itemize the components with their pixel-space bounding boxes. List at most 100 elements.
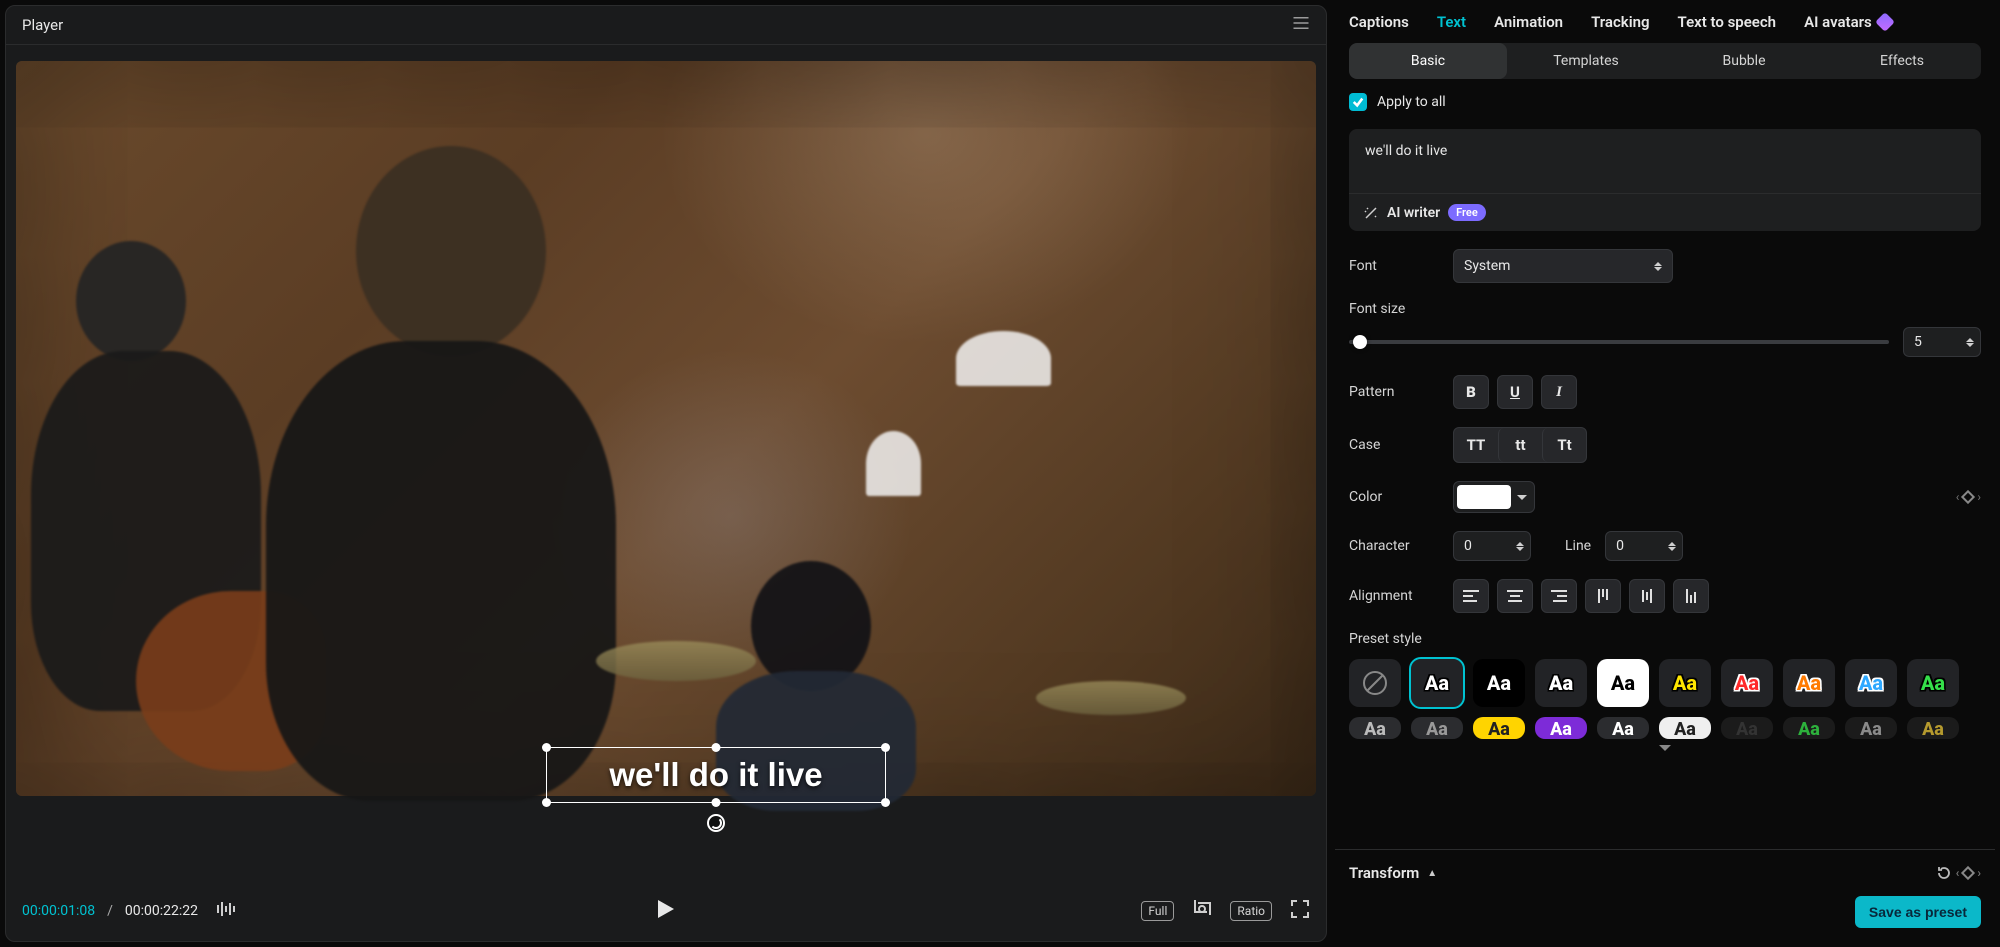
video-frame[interactable]: we'll do it live: [16, 61, 1316, 796]
resize-handle-top-right[interactable]: [881, 743, 890, 752]
preset-style-6[interactable]: Aa: [1721, 659, 1773, 707]
subtab-basic[interactable]: Basic: [1349, 43, 1507, 79]
preset-style-r2-5[interactable]: Aa: [1597, 717, 1649, 739]
stepper-icon[interactable]: [1966, 338, 1974, 347]
fontsize-slider[interactable]: [1349, 340, 1889, 344]
stepper-icon[interactable]: [1516, 542, 1524, 551]
save-as-preset-button[interactable]: Save as preset: [1855, 896, 1981, 928]
tab-animation[interactable]: Animation: [1494, 13, 1563, 31]
fontsize-input[interactable]: 5: [1903, 327, 1981, 357]
crop-icon[interactable]: [1192, 899, 1212, 923]
resize-handle-bottom-left[interactable]: [542, 798, 551, 807]
ai-writer-button[interactable]: AI writer Free: [1349, 193, 1981, 231]
keyframe-diamond-icon[interactable]: [1961, 490, 1975, 504]
resize-handle-top-left[interactable]: [542, 743, 551, 752]
panel-menu-icon[interactable]: [1292, 16, 1310, 34]
preset-style-r2-9[interactable]: Aa: [1845, 717, 1897, 739]
preset-style-2[interactable]: Aa: [1473, 659, 1525, 707]
preset-style-r2-2[interactable]: Aa: [1411, 717, 1463, 739]
preset-style-8[interactable]: Aa: [1845, 659, 1897, 707]
apply-to-all-row: Apply to all: [1349, 93, 1981, 111]
underline-button[interactable]: U: [1497, 375, 1533, 409]
tab-text[interactable]: Text: [1437, 13, 1466, 31]
character-spacing-input[interactable]: 0: [1453, 531, 1531, 561]
case-upper-button[interactable]: TT: [1454, 428, 1498, 462]
player-panel: Player we'll do it liv: [5, 5, 1327, 942]
reset-icon[interactable]: [1936, 865, 1952, 881]
player-title: Player: [22, 16, 63, 34]
color-label: Color: [1349, 489, 1439, 505]
stepper-icon[interactable]: [1668, 542, 1676, 551]
tab-tracking[interactable]: Tracking: [1591, 13, 1649, 31]
resize-handle-top-mid[interactable]: [712, 743, 721, 752]
preset-style-9[interactable]: Aa: [1907, 659, 1959, 707]
apply-to-all-checkbox[interactable]: [1349, 93, 1367, 111]
valign-bottom-button[interactable]: [1673, 579, 1709, 613]
transform-section-header[interactable]: Transform ▲ ‹ ›: [1335, 849, 1995, 896]
resize-handle-bottom-mid[interactable]: [712, 798, 721, 807]
line-spacing-input[interactable]: 0: [1605, 531, 1683, 561]
color-swatch: [1457, 485, 1511, 509]
preset-style-label: Preset style: [1349, 631, 1981, 647]
preset-style-r2-4[interactable]: Aa: [1535, 717, 1587, 739]
caption-text[interactable]: we'll do it live: [609, 756, 822, 794]
preset-style-r2-1[interactable]: Aa: [1349, 717, 1401, 739]
waveform-toggle-icon[interactable]: [216, 900, 238, 922]
alignment-label: Alignment: [1349, 588, 1439, 604]
preset-style-r2-7[interactable]: Aa: [1721, 717, 1773, 739]
rotate-handle-icon[interactable]: [707, 814, 725, 832]
preset-style-r2-3[interactable]: Aa: [1473, 717, 1525, 739]
caption-text-input[interactable]: we'll do it live: [1349, 129, 1981, 193]
timecode-current: 00:00:01:08: [22, 903, 95, 919]
presets-expand-icon[interactable]: [1659, 745, 1671, 751]
preset-grid: AaAaAaAaAaAaAaAaAaAaAaAaAaAaAaAaAaAaAa: [1349, 659, 1981, 739]
subtab-bubble[interactable]: Bubble: [1665, 43, 1823, 79]
italic-button[interactable]: I: [1541, 375, 1577, 409]
align-center-button[interactable]: [1497, 579, 1533, 613]
valign-top-button[interactable]: [1585, 579, 1621, 613]
valign-middle-button[interactable]: [1629, 579, 1665, 613]
preset-style-r2-10[interactable]: Aa: [1907, 717, 1959, 739]
preset-style-r2-6[interactable]: Aa: [1659, 717, 1711, 739]
preset-style-4[interactable]: Aa: [1597, 659, 1649, 707]
subtab-templates[interactable]: Templates: [1507, 43, 1665, 79]
pattern-label: Pattern: [1349, 384, 1439, 400]
preset-style-7[interactable]: Aa: [1783, 659, 1835, 707]
tab-ai-avatars[interactable]: AI avatars: [1804, 13, 1892, 31]
subtab-effects[interactable]: Effects: [1823, 43, 1981, 79]
view-full-button[interactable]: Full: [1141, 901, 1174, 921]
character-label: Character: [1349, 538, 1439, 554]
tab-captions[interactable]: Captions: [1349, 13, 1409, 31]
line-label: Line: [1565, 538, 1591, 554]
case-title-button[interactable]: Tt: [1542, 428, 1586, 462]
tab-text-to-speech[interactable]: Text to speech: [1678, 13, 1777, 31]
case-lower-button[interactable]: tt: [1498, 428, 1542, 462]
keyframe-next-icon[interactable]: ›: [1977, 490, 1981, 504]
color-picker[interactable]: [1453, 481, 1535, 513]
preset-none[interactable]: [1349, 659, 1401, 707]
keyframe-prev-icon[interactable]: ‹: [1956, 866, 1960, 880]
align-left-button[interactable]: [1453, 579, 1489, 613]
keyframe-next-icon[interactable]: ›: [1977, 866, 1981, 880]
preset-style-r2-8[interactable]: Aa: [1783, 717, 1835, 739]
player-controls: 00:00:01:08 / 00:00:22:22 Full: [6, 881, 1326, 941]
preset-style-3[interactable]: Aa: [1535, 659, 1587, 707]
view-ratio-button[interactable]: Ratio: [1230, 901, 1272, 921]
gem-icon: [1875, 12, 1895, 32]
caption-selection-box[interactable]: we'll do it live: [546, 747, 886, 803]
resize-handle-bottom-right[interactable]: [881, 798, 890, 807]
transform-label: Transform: [1349, 864, 1419, 882]
preset-style-5[interactable]: Aa: [1659, 659, 1711, 707]
fullscreen-icon[interactable]: [1290, 899, 1310, 923]
bold-button[interactable]: B: [1453, 375, 1489, 409]
preset-style-1[interactable]: Aa: [1411, 659, 1463, 707]
font-select[interactable]: System: [1453, 249, 1673, 283]
video-preview-area[interactable]: we'll do it live: [6, 45, 1326, 881]
apply-to-all-label: Apply to all: [1377, 94, 1446, 110]
fontsize-label: Font size: [1349, 301, 1981, 317]
keyframe-prev-icon[interactable]: ‹: [1956, 490, 1960, 504]
play-button[interactable]: [657, 900, 675, 922]
align-right-button[interactable]: [1541, 579, 1577, 613]
font-value: System: [1464, 258, 1510, 274]
keyframe-diamond-icon[interactable]: [1961, 866, 1975, 880]
